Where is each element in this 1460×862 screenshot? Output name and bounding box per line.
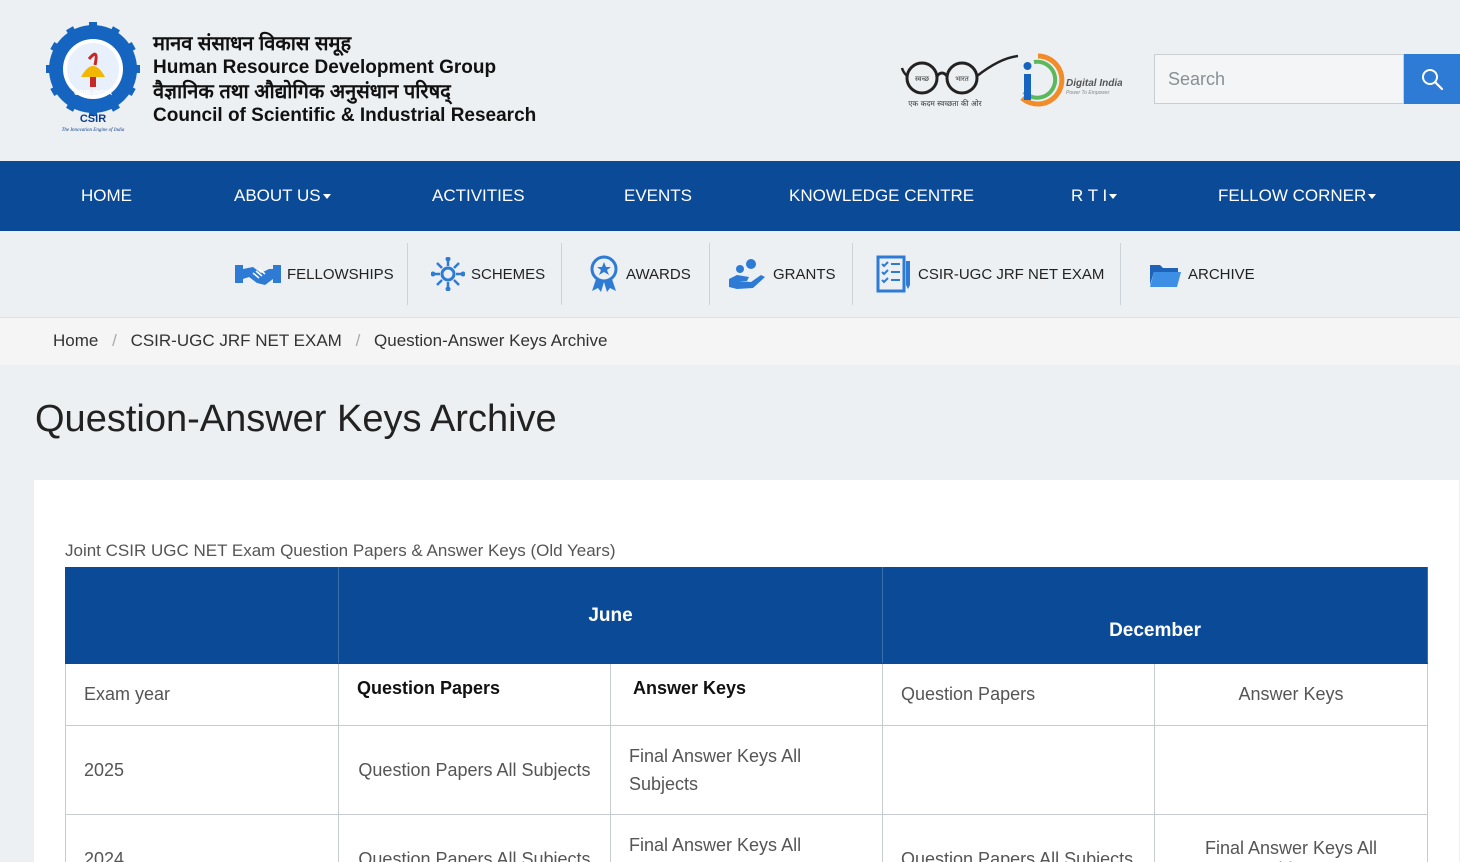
header-empty-cell [65, 567, 339, 664]
row-year: 2025 [65, 725, 339, 815]
brand-english-group: Human Resource Development Group [153, 57, 497, 78]
header-june: June [337, 567, 884, 664]
link-final-answer-keys-all-subjects[interactable]: Final Answer Keys All Subjects [629, 746, 801, 794]
nav-home[interactable]: HOME [81, 161, 132, 231]
content-panel: Joint CSIR UGC NET Exam Question Papers … [34, 480, 1459, 862]
nav-home-label: HOME [81, 186, 132, 205]
link-question-papers-all-subjects[interactable]: Question Papers All Subjects [358, 849, 590, 862]
table-subheader-row: Exam year Question Papers Answer Keys Qu… [65, 663, 1429, 726]
nav-activities[interactable]: ACTIVITIES [432, 161, 525, 231]
csir-logo[interactable]: CSIR-INDIA CSIR The Innovation Engine of… [46, 22, 140, 134]
logo-tagline: The Innovation Engine of India [62, 128, 125, 133]
link-question-papers-all-subjects[interactable]: Question Papers All Subjects [901, 849, 1133, 862]
main-nav: HOME ABOUT US ACTIVITIES EVENTS KNOWLEDG… [0, 161, 1460, 231]
quick-link-awards[interactable]: AWARDS [588, 243, 691, 305]
row-dec-qp [882, 725, 1156, 815]
divider [561, 243, 562, 305]
quick-link-grants[interactable]: GRANTS [727, 243, 836, 305]
nav-fellow-label: FELLOW CORNER [1218, 186, 1367, 205]
table-row: 2024 Question Papers All Subjects Final … [65, 814, 1429, 862]
search-button[interactable] [1404, 54, 1460, 104]
schemes-gear-icon [431, 257, 465, 291]
quick-link-schemes[interactable]: SCHEMES [431, 243, 545, 305]
subheader-june-answer-keys: Answer Keys [609, 663, 884, 726]
breadcrumb-separator: / [112, 331, 117, 350]
brand-hindi-council: वैज्ञानिक तथा औद्योगिक अनुसंधान परिषद् [153, 81, 451, 103]
row-dec-ak [1154, 725, 1429, 815]
digital-india-tagline: Power To Empower [1066, 90, 1110, 96]
grant-hand-icon [729, 259, 765, 289]
divider [1120, 243, 1121, 305]
breadcrumb-current: Question-Answer Keys Archive [374, 331, 608, 350]
brand-block: मानव संसाधन विकास समूह Human Resource De… [153, 32, 536, 128]
swachh-text-1: स्वच्छ [915, 75, 930, 83]
nav-rti[interactable]: R T I [1071, 161, 1118, 231]
table-header-row: June December [65, 567, 1429, 664]
table-caption: Joint CSIR UGC NET Exam Question Papers … [65, 541, 616, 560]
link-question-papers-all-subjects[interactable]: Question Papers All Subjects [358, 760, 590, 780]
quick-link-schemes-label: SCHEMES [471, 265, 546, 283]
page-title: Question-Answer Keys Archive [35, 398, 557, 440]
quick-link-net-exam[interactable]: CSIR-UGC JRF NET EXAM [876, 243, 1104, 305]
link-final-answer-keys-all-subjects[interactable]: Final Answer Keys All Subjects [629, 835, 801, 862]
quick-link-fellowships[interactable]: FELLOWSHIPS [235, 243, 394, 305]
breadcrumb-separator: / [355, 331, 361, 350]
chevron-down-icon [1109, 194, 1118, 200]
subheader-exam-year: Exam year [65, 663, 339, 726]
quick-link-awards-label: AWARDS [626, 265, 691, 283]
search-input[interactable] [1154, 54, 1404, 104]
nav-events[interactable]: EVENTS [624, 161, 692, 231]
exam-checklist-icon [876, 255, 910, 293]
brand-english-council: Council of Scientific & Industrial Resea… [153, 105, 537, 126]
quick-link-net-exam-label: CSIR-UGC JRF NET EXAM [918, 265, 1105, 283]
divider [852, 243, 853, 305]
award-medal-icon [590, 255, 618, 292]
logo-ring-text: CSIR-INDIA [74, 90, 112, 97]
nav-events-label: EVENTS [624, 186, 693, 205]
swachh-text-2: भारत [955, 75, 970, 83]
handshake-icon [235, 265, 281, 285]
table-row: 2025 Question Papers All Subjects Final … [65, 725, 1429, 815]
breadcrumb-home[interactable]: Home [53, 331, 98, 350]
site-header: CSIR-INDIA CSIR The Innovation Engine of… [0, 0, 1460, 161]
search-icon [1422, 69, 1444, 91]
breadcrumb-net-exam[interactable]: CSIR-UGC JRF NET EXAM [131, 331, 342, 350]
quick-link-archive[interactable]: ARCHIVE [1148, 243, 1255, 305]
answer-keys-table: June December Exam year Question Papers … [65, 567, 1429, 862]
nav-about-us[interactable]: ABOUT US [234, 161, 331, 231]
divider [407, 243, 408, 305]
quick-link-archive-label: ARCHIVE [1188, 265, 1255, 283]
digital-india-logo[interactable]: Digital India Power To Empower [1016, 52, 1122, 110]
logo-text: CSIR [80, 113, 106, 125]
nav-fellow-corner[interactable]: FELLOW CORNER [1218, 161, 1377, 231]
link-final-answer-keys-all-subjects[interactable]: Final Answer Keys All Subjects [1205, 838, 1377, 862]
nav-knowledge-centre[interactable]: KNOWLEDGE CENTRE [789, 161, 974, 231]
subheader-dec-question-papers: Question Papers [882, 663, 1156, 726]
subheader-dec-answer-keys: Answer Keys [1154, 663, 1429, 726]
breadcrumb-bar: Home / CSIR-UGC JRF NET EXAM / Question-… [0, 317, 1460, 365]
quick-link-grants-label: GRANTS [773, 265, 836, 283]
quick-link-fellowships-label: FELLOWSHIPS [287, 265, 394, 283]
digital-india-text: Digital India [1066, 78, 1122, 89]
folder-icon [1150, 265, 1181, 287]
nav-activities-label: ACTIVITIES [432, 186, 525, 205]
nav-about-label: ABOUT US [234, 186, 321, 205]
swachh-tagline: एक कदम स्वच्छता की ओर [908, 99, 982, 108]
header-december: December [882, 567, 1429, 664]
chevron-down-icon [322, 194, 331, 200]
subheader-june-question-papers: Question Papers [338, 663, 611, 726]
swachh-bharat-logo[interactable]: स्वच्छ भारत एक कदम स्वच्छता की ओर [900, 52, 1020, 110]
breadcrumb: Home / CSIR-UGC JRF NET EXAM / Question-… [53, 331, 607, 351]
row-year: 2024 [65, 814, 339, 862]
divider [709, 243, 710, 305]
chevron-down-icon [1368, 194, 1377, 200]
brand-hindi-group: मानव संसाधन विकास समूह [153, 33, 352, 55]
quick-links-bar: FELLOWSHIPS SCHEMES AWARDS GRANTS CSIR-U… [0, 231, 1460, 317]
nav-rti-label: R T I [1071, 186, 1108, 205]
nav-knowledge-label: KNOWLEDGE CENTRE [789, 186, 975, 205]
